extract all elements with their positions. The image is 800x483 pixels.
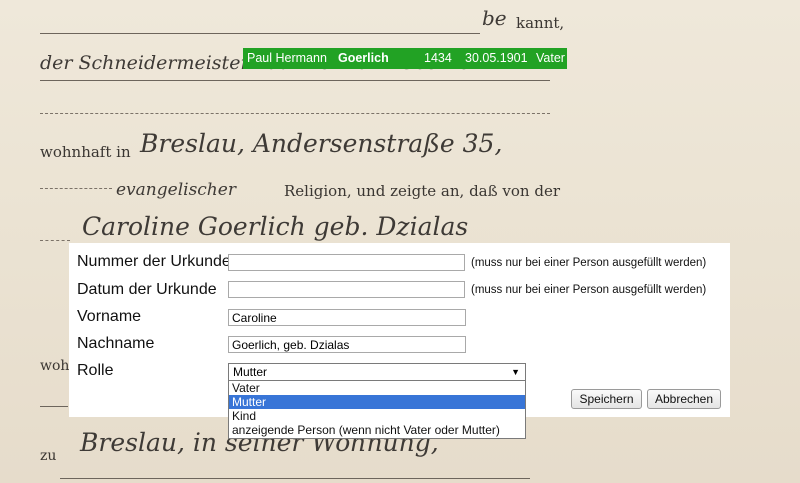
role-option-informant[interactable]: anzeigende Person (wenn nicht Vater oder… — [229, 423, 525, 437]
role-option-vater[interactable]: Vater — [229, 381, 525, 395]
last-name-input[interactable] — [228, 336, 466, 353]
save-button[interactable]: Speichern — [571, 389, 642, 409]
doc-line1-script: be — [482, 6, 507, 30]
doc-line1-print: kannt, — [516, 14, 565, 32]
certificate-number-input[interactable] — [228, 254, 465, 271]
doc-bottom-print: zu — [40, 448, 57, 464]
doc-rule — [40, 80, 550, 81]
doc-line4-print: Religion, und zeigte an, daß von der — [284, 182, 560, 200]
person-given-names: Paul Hermann — [247, 51, 327, 65]
person-date: 30.05.1901 — [465, 51, 528, 65]
person-annotation-bar[interactable]: Paul Hermann Goerlich 1434 30.05.1901 Va… — [243, 48, 567, 69]
role-option-mutter[interactable]: Mutter — [229, 395, 525, 409]
doc-rule — [40, 240, 70, 241]
role-label: Rolle — [77, 362, 114, 379]
role-selected-value: Mutter — [233, 365, 268, 379]
doc-rule — [40, 406, 68, 407]
person-surname: Goerlich — [338, 51, 389, 65]
doc-rule — [40, 113, 550, 114]
certificate-date-label: Datum der Urkunde — [77, 281, 217, 298]
chevron-down-icon: ▼ — [511, 367, 520, 377]
role-options-list[interactable]: Vater Mutter Kind anzeigende Person (wen… — [228, 380, 526, 439]
cancel-button[interactable]: Abbrechen — [647, 389, 721, 409]
role-option-kind[interactable]: Kind — [229, 409, 525, 423]
last-name-label: Nachname — [77, 335, 155, 352]
certificate-date-hint: (muss nur bei einer Person ausgefüllt we… — [471, 284, 707, 296]
first-name-input[interactable] — [228, 309, 466, 326]
doc-rule — [60, 478, 530, 479]
doc-line3-print: wohnhaft in — [40, 143, 131, 161]
person-role: Vater — [536, 51, 565, 65]
person-number: 1434 — [424, 51, 452, 65]
role-select[interactable]: Mutter ▼ — [228, 363, 526, 381]
doc-rule — [40, 188, 112, 189]
certificate-date-input[interactable] — [228, 281, 465, 298]
doc-line4-script: evangelischer — [116, 180, 236, 200]
first-name-label: Vorname — [77, 308, 142, 325]
doc-line5-script: Caroline Goerlich geb. Dzialas — [82, 212, 469, 241]
certificate-number-label: Nummer der Urkunde — [77, 253, 231, 270]
doc-rule — [40, 33, 480, 34]
doc-line3-script: Breslau, Andersenstraße 35, — [140, 129, 503, 158]
doc-side-print: woh — [40, 358, 70, 374]
certificate-number-hint: (muss nur bei einer Person ausgefüllt we… — [471, 257, 707, 269]
